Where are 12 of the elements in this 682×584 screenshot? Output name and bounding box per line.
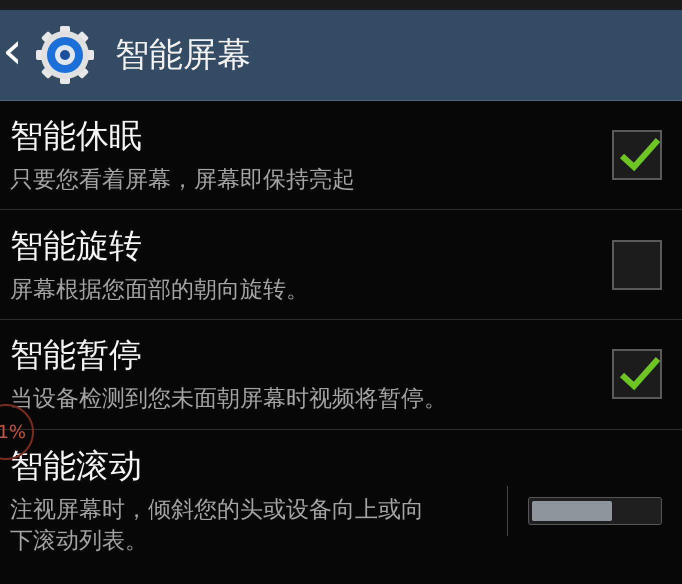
back-button[interactable]: ‹ [0,24,25,85]
screen-title: 智能屏幕 [114,34,251,77]
checkbox[interactable] [612,130,662,180]
toggle-switch[interactable] [528,496,662,525]
checkbox[interactable] [612,240,662,290]
setting-summary: 注视屏幕时，倾斜您的头或设备向上或向下滚动列表。 [10,496,425,556]
setting-summary: 只要您看着屏幕，屏幕即保持亮起 [10,166,355,195]
setting-title: 智能旋转 [10,224,143,267]
setting-title: 智能暂停 [10,334,143,376]
checkbox[interactable] [612,349,662,400]
setting-title: 智能休眠 [10,114,143,157]
setting-summary: 屏幕根据您面部的朝向旋转。 [10,276,309,305]
